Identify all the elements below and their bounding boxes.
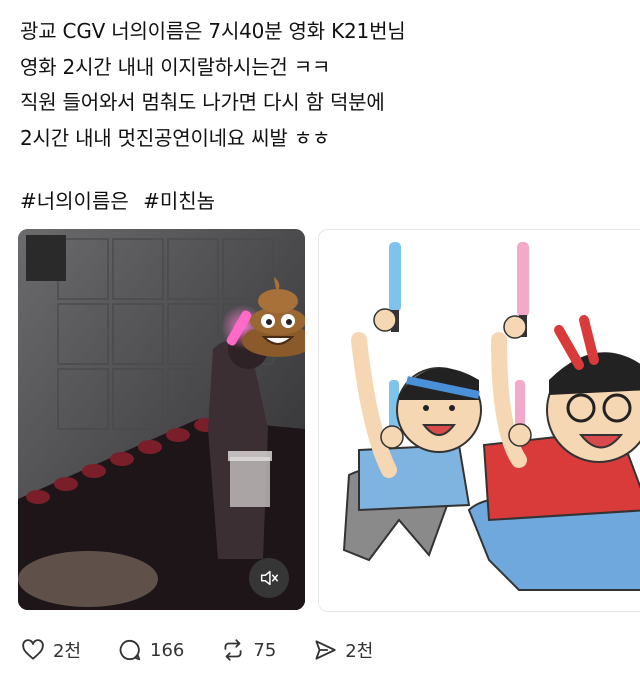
hashtag-link[interactable]: #미친놈 xyxy=(143,189,215,213)
post-line: 2시간 내내 멋진공연이네요 씨발 ㅎㅎ xyxy=(20,125,331,150)
heart-icon xyxy=(22,639,44,660)
comment-icon xyxy=(119,639,141,661)
share-count: 2천 xyxy=(345,641,374,662)
share-button[interactable]: 2천 xyxy=(312,637,373,663)
like-button[interactable]: 2천 xyxy=(20,637,81,663)
theater-photo xyxy=(18,229,305,610)
repost-icon xyxy=(224,639,242,661)
post-text: 광교 CGV 너의이름은 7시40분 영화 K21번님 영화 2시간 내내 이지… xyxy=(20,14,620,156)
post-line: 영화 2시간 내내 이지랄하시는건 ㅋㅋ xyxy=(20,54,331,79)
image-attachment[interactable] xyxy=(318,229,640,612)
video-thumbnail[interactable] xyxy=(18,229,305,610)
reply-count: 166 xyxy=(150,639,185,661)
hashtags: #너의이름은 #미친놈 xyxy=(20,184,223,219)
mute-toggle-button[interactable] xyxy=(249,558,289,598)
like-count: 2천 xyxy=(53,641,82,662)
speaker-muted-icon xyxy=(260,570,278,586)
repost-count: 75 xyxy=(253,639,277,661)
post-actions: 2천 166 75 2천 xyxy=(20,632,409,668)
hashtag-link[interactable]: #너의이름은 xyxy=(20,189,129,213)
cartoon-illustration xyxy=(319,230,640,611)
reply-button[interactable]: 166 xyxy=(117,637,184,663)
post-line: 광교 CGV 너의이름은 7시40분 영화 K21번님 xyxy=(20,19,406,43)
repost-button[interactable]: 75 xyxy=(220,637,276,663)
send-icon xyxy=(315,640,336,660)
post-line: 직원 들어와서 멈춰도 나가면 다시 함 덕분에 xyxy=(20,90,385,114)
